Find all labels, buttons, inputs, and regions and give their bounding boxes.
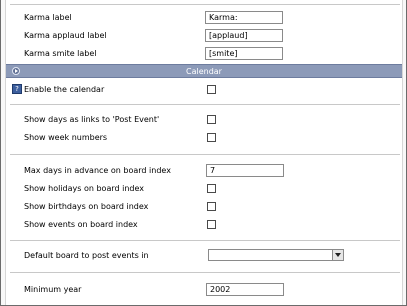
- settings-window: Karma label Karma: Karma applaud label […: [0, 0, 407, 306]
- show-holidays-checkbox[interactable]: [207, 184, 216, 193]
- karma-label-input[interactable]: Karma:: [205, 11, 283, 24]
- karma-label-text: Karma label: [24, 13, 72, 22]
- karma-applaud-text: Karma applaud label: [24, 31, 107, 40]
- enable-calendar-checkbox[interactable]: [207, 85, 216, 94]
- karma-smite-row: Karma smite label [smite]: [6, 45, 402, 63]
- max-days-input[interactable]: 7: [206, 164, 284, 177]
- minimum-year-label: Minimum year: [24, 285, 82, 294]
- show-days-links-label: Show days as links to 'Post Event': [24, 115, 160, 124]
- show-birthdays-row: Show birthdays on board index: [6, 198, 402, 216]
- minimum-year-row: Minimum year 2002: [6, 281, 402, 299]
- separator: [10, 272, 400, 273]
- default-board-row: Default board to post events in: [6, 247, 402, 265]
- enable-calendar-label: Enable the calendar: [24, 85, 105, 94]
- calendar-section-header[interactable]: Calendar: [6, 64, 402, 78]
- separator: [10, 240, 400, 241]
- max-days-row: Max days in advance on board index 7: [6, 162, 402, 180]
- show-events-label: Show events on board index: [24, 220, 138, 229]
- show-week-numbers-row: Show week numbers: [6, 129, 402, 147]
- karma-label-row: Karma label Karma:: [6, 9, 402, 27]
- show-events-checkbox[interactable]: [207, 220, 216, 229]
- default-board-select[interactable]: [208, 249, 344, 261]
- show-week-numbers-checkbox[interactable]: [207, 133, 216, 142]
- show-week-numbers-label: Show week numbers: [24, 133, 108, 142]
- separator: [10, 4, 400, 5]
- chevron-down-icon[interactable]: [332, 250, 343, 260]
- calendar-section-title: Calendar: [186, 67, 222, 76]
- show-birthdays-checkbox[interactable]: [207, 202, 216, 211]
- separator: [10, 104, 400, 105]
- enable-calendar-row: ? Enable the calendar: [6, 81, 402, 99]
- default-board-label: Default board to post events in: [24, 251, 149, 260]
- karma-applaud-input[interactable]: [applaud]: [205, 29, 283, 42]
- show-holidays-row: Show holidays on board index: [6, 180, 402, 198]
- show-holidays-label: Show holidays on board index: [24, 184, 145, 193]
- help-icon[interactable]: ?: [12, 84, 22, 94]
- karma-smite-input[interactable]: [smite]: [205, 47, 283, 60]
- show-days-links-checkbox[interactable]: [207, 115, 216, 124]
- max-days-label: Max days in advance on board index: [24, 166, 171, 175]
- karma-smite-text: Karma smite label: [24, 49, 97, 58]
- separator: [10, 154, 400, 155]
- show-events-row: Show events on board index: [6, 216, 402, 234]
- show-birthdays-label: Show birthdays on board index: [24, 202, 149, 211]
- minimum-year-input[interactable]: 2002: [206, 283, 284, 296]
- show-days-links-row: Show days as links to 'Post Event': [6, 111, 402, 129]
- karma-applaud-row: Karma applaud label [applaud]: [6, 27, 402, 45]
- settings-panel: Karma label Karma: Karma applaud label […: [5, 0, 403, 305]
